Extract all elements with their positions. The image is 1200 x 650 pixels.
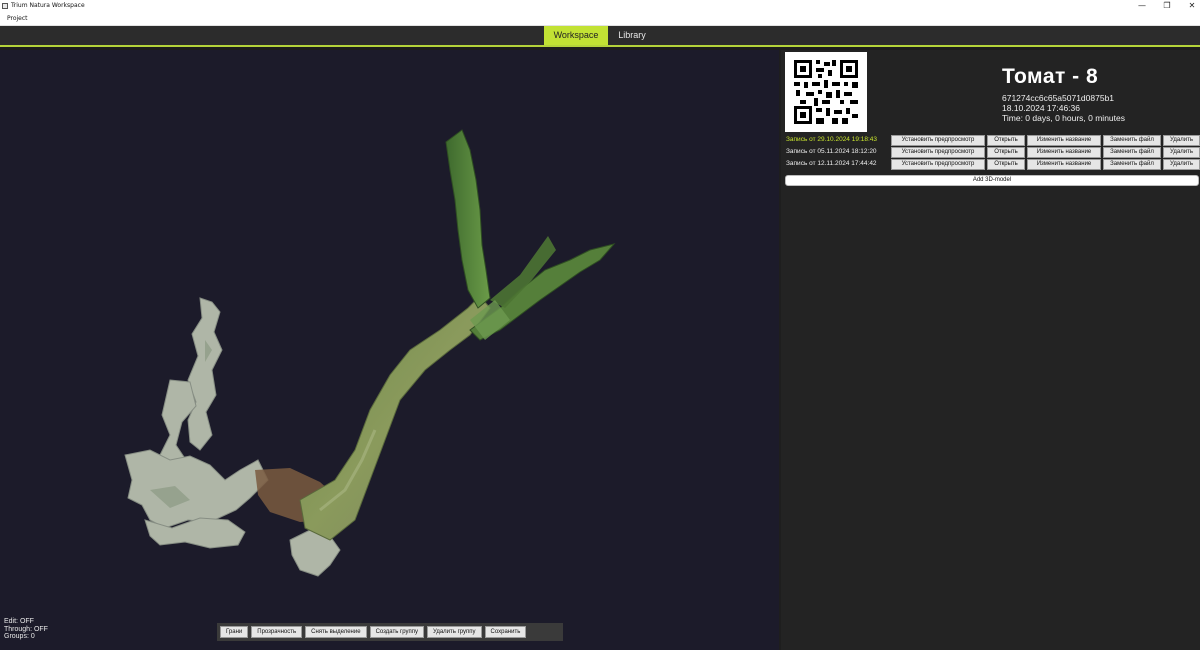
open-button[interactable]: Открыть	[987, 159, 1025, 170]
set-preview-button[interactable]: Установить предпросмотр	[891, 159, 985, 170]
set-preview-button[interactable]: Установить предпросмотр	[891, 147, 985, 158]
record-label[interactable]: Запись от 29.10.2024 19:18:43	[786, 136, 877, 143]
set-preview-button[interactable]: Установить предпросмотр	[891, 135, 985, 146]
delete-button[interactable]: Удалить	[1163, 147, 1200, 158]
title-bar: Trium Natura Workspace — ❐ ✕	[0, 0, 1200, 12]
tab-bar: Workspace Library	[0, 26, 1200, 46]
model-created: 18.10.2024 17:46:36	[1002, 103, 1080, 113]
app-icon	[2, 3, 8, 9]
model-details-panel: Томат - 8 671274cc6c65a5071d0875b1 18.10…	[781, 50, 1200, 650]
record-label[interactable]: Запись от 12.11.2024 17:44:42	[786, 160, 877, 167]
deselect-button[interactable]: Снять выделение	[305, 626, 367, 638]
status-edit: Edit: OFF	[4, 618, 34, 625]
rename-button[interactable]: Изменить название	[1027, 159, 1101, 170]
model-name: Томат - 8	[1002, 65, 1099, 88]
delete-group-button[interactable]: Удалить группу	[427, 626, 482, 638]
viewport-toolbar: Грани Прозрачность Снять выделение Созда…	[217, 623, 563, 641]
close-button[interactable]: ✕	[1180, 0, 1200, 12]
replace-file-button[interactable]: Заменить файл	[1103, 147, 1161, 158]
status-through: Through: OFF	[4, 625, 48, 633]
model-time: Time: 0 days, 0 hours, 0 minutes	[1002, 113, 1125, 123]
open-button[interactable]: Открыть	[987, 135, 1025, 146]
delete-button[interactable]: Удалить	[1163, 159, 1200, 170]
qr-code-graphic	[794, 60, 858, 124]
create-group-button[interactable]: Создать группу	[369, 626, 424, 638]
status-groups: Groups: 0	[4, 633, 35, 641]
menu-project[interactable]: Project	[7, 14, 28, 24]
tab-workspace[interactable]: Workspace	[544, 26, 608, 45]
record-row: Запись от 05.11.2024 18:12:20 Установить…	[785, 147, 1200, 159]
qr-code-icon	[785, 52, 867, 132]
3d-viewport[interactable]: Edit: OFF Through: OFF Groups: 0 Грани П…	[0, 50, 779, 650]
record-label[interactable]: Запись от 05.11.2024 18:12:20	[786, 148, 877, 155]
window-title: Trium Natura Workspace	[11, 2, 85, 9]
maximize-button[interactable]: ❐	[1155, 0, 1179, 12]
replace-file-button[interactable]: Заменить файл	[1103, 159, 1161, 170]
open-button[interactable]: Открыть	[987, 147, 1025, 158]
transparency-button[interactable]: Прозрачность	[251, 626, 303, 638]
replace-file-button[interactable]: Заменить файл	[1103, 135, 1161, 146]
tab-library[interactable]: Library	[610, 26, 654, 45]
model-id: 671274cc6c65a5071d0875b1	[1002, 93, 1115, 103]
plant-3d-model[interactable]	[0, 50, 779, 650]
record-row: Запись от 29.10.2024 19:18:43 Установить…	[785, 135, 1200, 147]
viewport-status: Edit: OFF Through: OFF Groups: 0	[4, 618, 48, 641]
record-row: Запись от 12.11.2024 17:44:42 Установить…	[785, 159, 1200, 171]
delete-button[interactable]: Удалить	[1163, 135, 1200, 146]
tab-underline	[0, 45, 1200, 47]
add-3d-model-button[interactable]: Add 3D-model	[785, 175, 1199, 186]
rename-button[interactable]: Изменить название	[1027, 135, 1101, 146]
menu-bar: Project	[0, 12, 1200, 26]
faces-button[interactable]: Грани	[220, 626, 249, 638]
save-button[interactable]: Сохранить	[484, 626, 527, 638]
records-list: Запись от 29.10.2024 19:18:43 Установить…	[785, 135, 1200, 171]
rename-button[interactable]: Изменить название	[1027, 147, 1101, 158]
minimize-button[interactable]: —	[1130, 0, 1154, 12]
